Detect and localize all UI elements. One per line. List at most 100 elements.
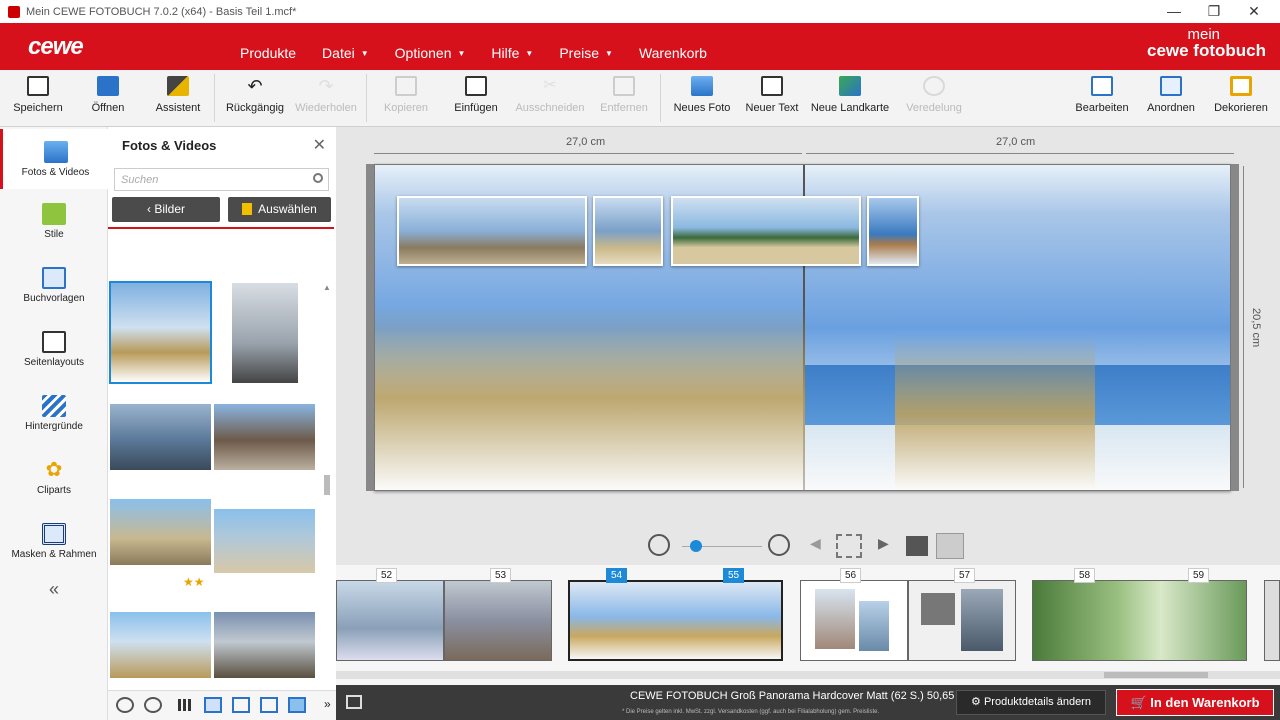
nav-photos-videos[interactable]: Fotos & Videos	[0, 129, 108, 189]
assistant-button[interactable]: Assistent	[148, 70, 208, 127]
page-thumbnail[interactable]	[1264, 580, 1280, 661]
spread-view-icon[interactable]	[936, 533, 964, 559]
close-icon[interactable]: ✕	[313, 135, 326, 155]
photo-frame[interactable]	[593, 196, 663, 266]
zoom-in-icon[interactable]	[768, 534, 790, 556]
app-icon	[8, 5, 20, 18]
main-header: cewe Produkte Datei ▼ Optionen ▼ Hilfe ▼ Pr…	[0, 23, 1280, 70]
arrange-icon	[1160, 76, 1182, 96]
nav-backgrounds[interactable]: Hintergründe	[0, 395, 108, 432]
add-to-cart-button[interactable]: 🛒 In den Warenkorb	[1116, 689, 1274, 716]
photo-thumbnail[interactable]	[110, 499, 211, 565]
photo-frame[interactable]	[867, 196, 919, 266]
menu-optionen[interactable]: Optionen ▼	[395, 45, 466, 61]
next-page-icon[interactable]: ▶	[878, 535, 889, 552]
brand-logo: mein cewe fotobuch	[1146, 26, 1266, 60]
collapse-nav-button[interactable]: «	[0, 579, 108, 600]
zoom-slider-handle[interactable]	[690, 540, 702, 552]
images-button[interactable]: ‹ Bilder	[112, 197, 220, 222]
select-button[interactable]: Auswählen	[228, 197, 331, 222]
paste-button[interactable]: Einfügen	[446, 70, 506, 127]
arrange-button[interactable]: Anordnen	[1142, 70, 1200, 127]
photobook-spread[interactable]	[374, 164, 1231, 491]
photo-thumbnail[interactable]	[232, 283, 298, 383]
save-button[interactable]: Speichern	[8, 70, 68, 127]
minimize-icon[interactable]: —	[1154, 0, 1194, 23]
add-person-icon[interactable]	[144, 697, 162, 713]
delete-button[interactable]: Entfernen	[596, 70, 652, 127]
toolbar-divider	[214, 74, 215, 122]
redo-button[interactable]: ↷ Wiederholen	[292, 70, 360, 127]
page-thumbnail-selected[interactable]	[568, 580, 783, 661]
page-number-selected: 54	[606, 568, 628, 583]
photo-filter-icon[interactable]	[260, 697, 278, 713]
filmstrip-scroll-thumb[interactable]	[1104, 672, 1208, 678]
nav-templates[interactable]: Buchvorlagen	[0, 267, 108, 304]
paste-icon	[465, 76, 487, 96]
decorate-button[interactable]: Dekorieren	[1208, 70, 1274, 127]
menu-warenkorb[interactable]: Warenkorb	[639, 45, 707, 61]
flower-icon: ✿	[45, 459, 63, 481]
add-text-icon	[761, 76, 783, 96]
photo-filter-icon[interactable]	[288, 697, 306, 713]
page-thumbnail[interactable]	[908, 580, 1016, 661]
edit-button[interactable]: Bearbeiten	[1070, 70, 1134, 127]
menu-datei[interactable]: Datei ▼	[322, 45, 369, 61]
close-window-icon[interactable]: ✕	[1234, 0, 1274, 23]
nav-page-layouts[interactable]: Seitenlayouts	[0, 331, 108, 368]
page-thumbnail[interactable]	[1032, 580, 1247, 661]
open-button[interactable]: Öffnen	[80, 70, 136, 127]
new-map-button[interactable]: Neue Landkarte	[808, 70, 892, 127]
finishing-button[interactable]: Veredelung	[900, 70, 968, 127]
menu-hilfe[interactable]: Hilfe ▼	[491, 45, 533, 61]
rating-stars: ★★	[183, 575, 205, 589]
undo-button[interactable]: ↶ Rückgängig	[222, 70, 288, 127]
chevron-down-icon: ▼	[605, 49, 613, 58]
panel-scrollbar[interactable]: ▲	[322, 283, 332, 678]
swap-pages-icon[interactable]	[906, 536, 928, 556]
grid-view-icon[interactable]	[178, 699, 192, 711]
panel-divider	[108, 227, 334, 229]
scroll-thumb[interactable]	[324, 475, 330, 495]
page-thumbnail[interactable]	[800, 580, 908, 661]
photo-thumbnail[interactable]	[214, 509, 315, 573]
layout-icon	[42, 331, 66, 353]
copy-button[interactable]: Kopieren	[376, 70, 436, 127]
new-photo-button[interactable]: Neues Foto	[670, 70, 734, 127]
page-thumbnail[interactable]	[444, 580, 552, 661]
previous-page-icon[interactable]: ◀	[810, 535, 821, 552]
menu-preise[interactable]: Preise ▼	[559, 45, 613, 61]
photo-filter-icon[interactable]	[204, 697, 222, 713]
menu-produkte[interactable]: Produkte	[240, 45, 296, 61]
mask-icon	[42, 523, 66, 545]
remove-person-icon[interactable]	[116, 697, 134, 713]
scroll-up-icon[interactable]: ▲	[323, 283, 331, 292]
styles-icon	[42, 203, 66, 225]
nav-styles[interactable]: Stile	[0, 203, 108, 240]
book-format-icon[interactable]	[346, 695, 362, 709]
photo-thumbnail[interactable]	[110, 404, 211, 470]
page-thumbnail[interactable]	[336, 580, 444, 661]
search-input[interactable]: Suchen	[114, 168, 329, 191]
left-nav: Fotos & Videos Stile Buchvorlagen Seiten…	[0, 127, 108, 720]
restore-icon[interactable]: ❐	[1194, 0, 1234, 23]
nav-masks-frames[interactable]: Masken & Rahmen	[0, 523, 108, 560]
photo-thumbnail[interactable]	[214, 612, 315, 678]
product-details-button[interactable]: ⚙ Produktdetails ändern	[956, 690, 1106, 715]
nav-cliparts[interactable]: ✿ Cliparts	[0, 459, 108, 496]
chevron-right-icon[interactable]: »	[324, 697, 331, 711]
new-text-button[interactable]: Neuer Text	[742, 70, 802, 127]
fit-screen-icon[interactable]	[836, 534, 862, 558]
photo-thumbnail[interactable]	[110, 612, 211, 678]
photo-frame[interactable]	[671, 196, 861, 266]
cut-button[interactable]: ✂ Ausschneiden	[512, 70, 588, 127]
diamond-icon	[923, 76, 945, 96]
photo-thumbnail[interactable]	[109, 281, 212, 384]
photo-filter-icon[interactable]	[232, 697, 250, 713]
photo-thumbnail[interactable]	[214, 404, 315, 470]
zoom-out-icon[interactable]	[648, 534, 670, 556]
photo-frame[interactable]	[397, 196, 587, 266]
filmstrip-scrollbar[interactable]	[336, 671, 1280, 679]
page-number: 53	[490, 568, 512, 583]
product-summary: CEWE FOTOBUCH Groß Panorama Hardcover Ma…	[630, 690, 968, 702]
